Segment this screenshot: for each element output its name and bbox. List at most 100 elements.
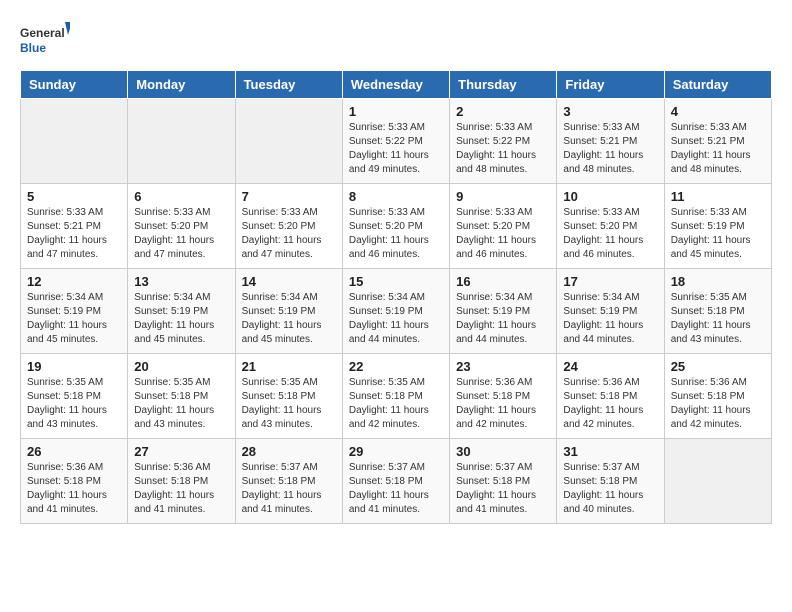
day-info: Sunrise: 5:33 AM Sunset: 5:21 PM Dayligh… <box>27 206 121 262</box>
day-info: Sunrise: 5:33 AM Sunset: 5:20 PM Dayligh… <box>134 206 228 262</box>
day-cell: 4Sunrise: 5:33 AM Sunset: 5:21 PM Daylig… <box>664 99 771 184</box>
day-cell: 20Sunrise: 5:35 AM Sunset: 5:18 PM Dayli… <box>128 354 235 439</box>
day-info: Sunrise: 5:37 AM Sunset: 5:18 PM Dayligh… <box>563 461 657 517</box>
day-cell: 7 Sunrise: 5:33 AM Sunset: 5:20 PM Daylig… <box>235 184 342 269</box>
day-number: 26 <box>27 444 121 459</box>
day-cell: 30 Sunrise: 5:37 AM Sunset: 5:18 PM Dayli… <box>450 439 557 524</box>
day-info: Sunrise: 5:34 AM Sunset: 5:19 PM Dayligh… <box>563 291 657 347</box>
day-cell <box>664 439 771 524</box>
day-cell: 3Sunrise: 5:33 AM Sunset: 5:21 PM Daylig… <box>557 99 664 184</box>
day-info: Sunrise: 5:36 AM Sunset: 5:18 PM Dayligh… <box>671 376 765 432</box>
header-thursday: Thursday <box>450 71 557 99</box>
day-info: Sunrise: 5:33 AM Sunset: 5:19 PM Dayligh… <box>671 206 765 262</box>
header-monday: Monday <box>128 71 235 99</box>
day-cell: 26 Sunrise: 5:36 AM Sunset: 5:18 PM Dayli… <box>21 439 128 524</box>
day-cell: 16 Sunrise: 5:34 AM Sunset: 5:19 PM Dayli… <box>450 269 557 354</box>
day-cell: 28 Sunrise: 5:37 AM Sunset: 5:18 PM Dayli… <box>235 439 342 524</box>
day-number: 28 <box>242 444 336 459</box>
day-info: Sunrise: 5:34 AM Sunset: 5:19 PM Dayligh… <box>456 291 550 347</box>
day-cell: 23 Sunrise: 5:36 AM Sunset: 5:18 PM Dayli… <box>450 354 557 439</box>
day-info: Sunrise: 5:35 AM Sunset: 5:18 PM Dayligh… <box>671 291 765 347</box>
logo-svg: General Blue <box>20 20 70 60</box>
day-info: Sunrise: 5:36 AM Sunset: 5:18 PM Dayligh… <box>134 461 228 517</box>
day-cell: 11 Sunrise: 5:33 AM Sunset: 5:19 PM Dayli… <box>664 184 771 269</box>
day-cell: 27Sunrise: 5:36 AM Sunset: 5:18 PM Dayli… <box>128 439 235 524</box>
day-cell: 14 Sunrise: 5:34 AM Sunset: 5:19 PM Dayli… <box>235 269 342 354</box>
day-info: Sunrise: 5:33 AM Sunset: 5:20 PM Dayligh… <box>563 206 657 262</box>
day-info: Sunrise: 5:37 AM Sunset: 5:18 PM Dayligh… <box>242 461 336 517</box>
day-info: Sunrise: 5:36 AM Sunset: 5:18 PM Dayligh… <box>456 376 550 432</box>
day-number: 31 <box>563 444 657 459</box>
day-number: 24 <box>563 359 657 374</box>
header-sunday: Sunday <box>21 71 128 99</box>
day-number: 4 <box>671 104 765 119</box>
header-tuesday: Tuesday <box>235 71 342 99</box>
day-info: Sunrise: 5:33 AM Sunset: 5:20 PM Dayligh… <box>456 206 550 262</box>
day-info: Sunrise: 5:36 AM Sunset: 5:18 PM Dayligh… <box>27 461 121 517</box>
day-cell: 12 Sunrise: 5:34 AM Sunset: 5:19 PM Dayli… <box>21 269 128 354</box>
day-info: Sunrise: 5:34 AM Sunset: 5:19 PM Dayligh… <box>349 291 443 347</box>
day-number: 7 <box>242 189 336 204</box>
day-cell: 2 Sunrise: 5:33 AM Sunset: 5:22 PM Daylig… <box>450 99 557 184</box>
day-number: 13 <box>134 274 228 289</box>
day-info: Sunrise: 5:37 AM Sunset: 5:18 PM Dayligh… <box>349 461 443 517</box>
day-number: 5 <box>27 189 121 204</box>
week-row-4: 19Sunrise: 5:35 AM Sunset: 5:18 PM Dayli… <box>21 354 772 439</box>
day-number: 6 <box>134 189 228 204</box>
day-cell: 5 Sunrise: 5:33 AM Sunset: 5:21 PM Daylig… <box>21 184 128 269</box>
day-number: 21 <box>242 359 336 374</box>
day-cell: 1Sunrise: 5:33 AM Sunset: 5:22 PM Daylig… <box>342 99 449 184</box>
day-cell: 6 Sunrise: 5:33 AM Sunset: 5:20 PM Daylig… <box>128 184 235 269</box>
day-number: 9 <box>456 189 550 204</box>
day-cell: 29 Sunrise: 5:37 AM Sunset: 5:18 PM Dayli… <box>342 439 449 524</box>
header: General Blue <box>20 20 772 60</box>
day-info: Sunrise: 5:34 AM Sunset: 5:19 PM Dayligh… <box>27 291 121 347</box>
day-info: Sunrise: 5:33 AM Sunset: 5:20 PM Dayligh… <box>242 206 336 262</box>
day-number: 30 <box>456 444 550 459</box>
day-cell: 8 Sunrise: 5:33 AM Sunset: 5:20 PM Daylig… <box>342 184 449 269</box>
day-number: 1 <box>349 104 443 119</box>
day-info: Sunrise: 5:33 AM Sunset: 5:20 PM Dayligh… <box>349 206 443 262</box>
week-row-5: 26 Sunrise: 5:36 AM Sunset: 5:18 PM Dayli… <box>21 439 772 524</box>
day-info: Sunrise: 5:35 AM Sunset: 5:18 PM Dayligh… <box>349 376 443 432</box>
day-info: Sunrise: 5:35 AM Sunset: 5:18 PM Dayligh… <box>242 376 336 432</box>
day-number: 25 <box>671 359 765 374</box>
day-info: Sunrise: 5:36 AM Sunset: 5:18 PM Dayligh… <box>563 376 657 432</box>
day-info: Sunrise: 5:34 AM Sunset: 5:19 PM Dayligh… <box>242 291 336 347</box>
day-number: 10 <box>563 189 657 204</box>
day-cell <box>21 99 128 184</box>
day-info: Sunrise: 5:35 AM Sunset: 5:18 PM Dayligh… <box>27 376 121 432</box>
day-info: Sunrise: 5:33 AM Sunset: 5:22 PM Dayligh… <box>456 121 550 177</box>
logo: General Blue <box>20 20 70 60</box>
day-cell: 15Sunrise: 5:34 AM Sunset: 5:19 PM Dayli… <box>342 269 449 354</box>
day-cell: 10 Sunrise: 5:33 AM Sunset: 5:20 PM Dayli… <box>557 184 664 269</box>
day-cell: 19Sunrise: 5:35 AM Sunset: 5:18 PM Dayli… <box>21 354 128 439</box>
day-cell: 17Sunrise: 5:34 AM Sunset: 5:19 PM Dayli… <box>557 269 664 354</box>
day-number: 3 <box>563 104 657 119</box>
day-number: 23 <box>456 359 550 374</box>
day-info: Sunrise: 5:37 AM Sunset: 5:18 PM Dayligh… <box>456 461 550 517</box>
day-cell: 22 Sunrise: 5:35 AM Sunset: 5:18 PM Dayli… <box>342 354 449 439</box>
day-number: 22 <box>349 359 443 374</box>
day-cell: 25 Sunrise: 5:36 AM Sunset: 5:18 PM Dayli… <box>664 354 771 439</box>
header-friday: Friday <box>557 71 664 99</box>
svg-text:General: General <box>20 26 65 40</box>
svg-text:Blue: Blue <box>20 41 46 55</box>
day-number: 2 <box>456 104 550 119</box>
week-row-1: 1 Sunrise: 5:33 AM Sunset: 5:22 PM Daylig… <box>21 99 772 184</box>
week-row-3: 12 Sunrise: 5:34 AM Sunset: 5:19 PM Dayli… <box>21 269 772 354</box>
header-saturday: Saturday <box>664 71 771 99</box>
day-cell: 18 Sunrise: 5:35 AM Sunset: 5:18 PM Dayli… <box>664 269 771 354</box>
day-number: 12 <box>27 274 121 289</box>
day-number: 14 <box>242 274 336 289</box>
day-cell <box>235 99 342 184</box>
day-number: 8 <box>349 189 443 204</box>
day-number: 18 <box>671 274 765 289</box>
week-row-2: 5 Sunrise: 5:33 AM Sunset: 5:21 PM Daylig… <box>21 184 772 269</box>
day-number: 29 <box>349 444 443 459</box>
day-cell: 13 Sunrise: 5:34 AM Sunset: 5:19 PM Dayli… <box>128 269 235 354</box>
day-number: 11 <box>671 189 765 204</box>
day-number: 16 <box>456 274 550 289</box>
day-cell: 24 Sunrise: 5:36 AM Sunset: 5:18 PM Dayli… <box>557 354 664 439</box>
day-info: Sunrise: 5:34 AM Sunset: 5:19 PM Dayligh… <box>134 291 228 347</box>
